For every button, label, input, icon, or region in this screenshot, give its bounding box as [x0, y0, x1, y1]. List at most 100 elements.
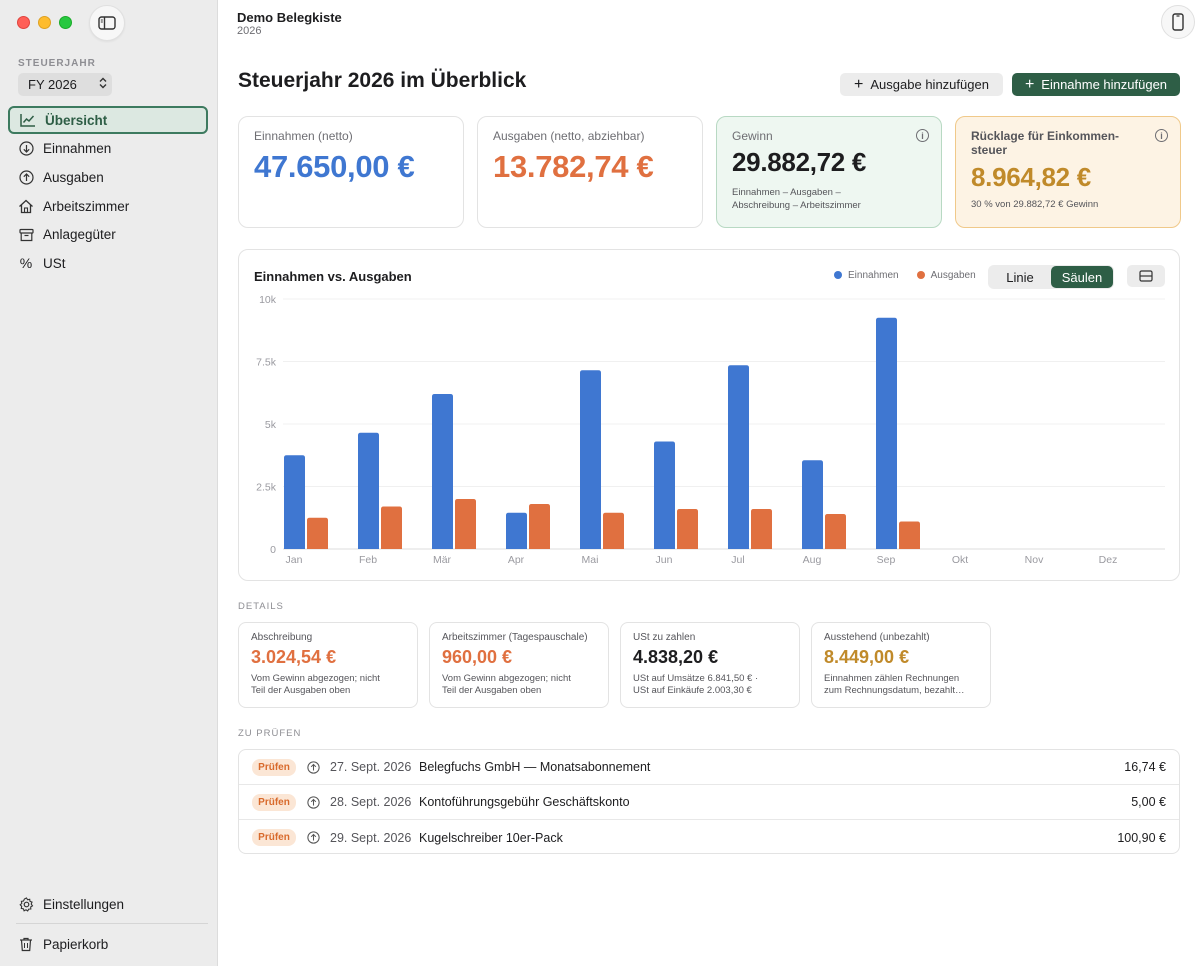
bar-ausgaben [677, 509, 698, 549]
bar-chart: 0 2.5k 5k 7.5k 10k Jan Feb Mär Apr Mai Jun Jul Aug Se… [256, 294, 1165, 566]
bar-einnahmen [728, 365, 749, 549]
review-date: 28. Sept. 2026 [330, 795, 412, 809]
x-tick-label: Okt [952, 554, 968, 566]
window-controls [17, 16, 72, 29]
y-tick-label: 2.5k [256, 482, 277, 494]
sidebar-item-anlagegueter[interactable]: Anlagegüter [8, 221, 208, 249]
detail-value: 3.024,54 € [251, 647, 337, 667]
sidebar-item-einstellungen[interactable]: Einstellungen [8, 890, 208, 918]
review-description: Kontoführungsgebühr Geschäftskonto [419, 795, 630, 809]
detail-note: Einnahmen zählen Rechnungen [824, 673, 960, 684]
x-tick-label: Apr [508, 554, 525, 566]
tax-reserve-note: 30 % von 29.882,72 € Gewinn [971, 198, 1099, 210]
review-row[interactable]: Prüfen 27. Sept. 2026 Belegfuchs GmbH — … [239, 750, 1179, 785]
detail-label: Arbeitszimmer (Tagespauschale) [442, 632, 588, 643]
detail-label: Abschreibung [251, 632, 313, 643]
sidebar-item-label: USt [43, 255, 66, 271]
bar-einnahmen [802, 460, 823, 549]
zoom-window-button[interactable] [59, 16, 72, 29]
detail-label: USt zu zahlen [633, 632, 696, 643]
app-subtitle: 2026 [237, 25, 262, 37]
sidebar-item-uebersicht[interactable]: Übersicht [8, 106, 208, 134]
x-tick-label: Nov [1025, 554, 1044, 566]
detail-card-ust: USt zu zahlen 4.838,20 € USt auf Umsätze… [620, 622, 800, 708]
chart-line-icon [20, 112, 36, 128]
review-badge: Prüfen [252, 758, 296, 776]
add-income-button[interactable]: + Einnahme hinzufügen [1012, 73, 1180, 96]
app-window: STEUERJAHR FY 2026 Übersicht Einnahmen A… [0, 0, 1200, 966]
bar-einnahmen [506, 512, 527, 549]
detail-note: Teil der Ausgaben oben [251, 685, 351, 697]
income-card: Einnahmen (netto) 47.650,00 € [238, 116, 464, 228]
archive-box-icon [18, 227, 34, 243]
close-window-button[interactable] [17, 16, 30, 29]
tax-year-value: FY 2026 [28, 77, 77, 92]
chevron-updown-icon [94, 77, 112, 92]
sidebar-item-papierkorb[interactable]: Papierkorb [8, 930, 208, 958]
minimize-window-button[interactable] [38, 16, 51, 29]
sidebar-item-label: Übersicht [45, 112, 108, 128]
bar-einnahmen [876, 317, 897, 549]
tax-year-select[interactable]: FY 2026 [18, 73, 112, 96]
info-icon[interactable]: i [1155, 129, 1168, 142]
x-tick-label: Jul [731, 554, 744, 566]
bar-einnahmen [580, 370, 601, 549]
sidebar-nav: Übersicht Einnahmen Ausgaben Arbeitszimm… [8, 106, 208, 278]
app-title: Demo Belegkiste [237, 10, 342, 25]
detail-note: Vom Gewinn abgezogen; nicht [251, 673, 380, 684]
sidebar-icon [98, 16, 116, 30]
review-amount: 5,00 € [1131, 795, 1166, 809]
review-description: Kugelschreiber 10er-Pack [419, 830, 563, 845]
detail-value: 8.449,00 € [824, 647, 910, 667]
bar-ausgaben [603, 512, 624, 549]
y-tick-label: 10k [259, 294, 277, 306]
add-income-label: Einnahme hinzufügen [1041, 77, 1168, 92]
sidebar-item-label: Anlagegüter [43, 227, 116, 243]
x-tick-label: Dez [1099, 554, 1118, 566]
bar-ausgaben [381, 506, 402, 549]
x-tick-label: Mär [433, 554, 452, 566]
review-date: 27. Sept. 2026 [330, 760, 412, 774]
sidebar-item-label: Einnahmen [43, 141, 112, 157]
tax-year-label: STEUERJAHR [18, 58, 96, 69]
bar-einnahmen [654, 441, 675, 549]
detail-label: Ausstehend (unbezahlt) [824, 632, 930, 643]
sidebar-item-ust[interactable]: % USt [8, 249, 208, 277]
detail-value: 4.838,20 € [633, 647, 719, 667]
bar-ausgaben [899, 521, 920, 549]
add-expense-button[interactable]: + Ausgabe hinzufügen [840, 73, 1003, 96]
tax-reserve-label: Rücklage für Einkommen-steuer [971, 129, 1120, 158]
review-row[interactable]: Prüfen 29. Sept. 2026 Kugelschreiber 10e… [239, 820, 1179, 853]
details-section-label: DETAILS [238, 601, 284, 612]
arrow-up-circle-icon [307, 831, 320, 844]
sidebar-item-ausgaben[interactable]: Ausgaben [8, 163, 208, 191]
review-badge: Prüfen [252, 793, 296, 811]
bar-einnahmen [358, 432, 379, 549]
trash-label: Papierkorb [43, 936, 109, 952]
device-preview-button[interactable] [1161, 5, 1195, 39]
settings-label: Einstellungen [43, 896, 125, 912]
x-tick-label: Jan [286, 554, 303, 566]
review-row[interactable]: Prüfen 28. Sept. 2026 Kontoführungsgebüh… [239, 785, 1179, 820]
arrow-down-circle-icon [18, 141, 34, 157]
gear-icon [18, 896, 34, 912]
info-icon[interactable]: i [916, 129, 929, 142]
sidebar-item-arbeitszimmer[interactable]: Arbeitszimmer [8, 192, 208, 220]
detail-card-abschreibung: Abschreibung 3.024,54 € Vom Gewinn abgez… [238, 622, 418, 708]
x-tick-label: Sep [877, 554, 896, 566]
bar-einnahmen [284, 455, 305, 549]
expenses-label: Ausgaben (netto, abziehbar) [493, 129, 645, 143]
page-title: Steuerjahr 2026 im Überblick [238, 69, 527, 92]
income-label: Einnahmen (netto) [254, 129, 353, 143]
sidebar: STEUERJAHR FY 2026 Übersicht Einnahmen A… [0, 0, 218, 966]
bar-ausgaben [455, 499, 476, 549]
review-list: Prüfen 27. Sept. 2026 Belegfuchs GmbH — … [238, 749, 1180, 854]
sidebar-item-label: Arbeitszimmer [43, 198, 130, 214]
bar-ausgaben [751, 509, 772, 549]
review-amount: 100,90 € [1117, 830, 1166, 845]
sidebar-toggle-button[interactable] [89, 5, 125, 41]
detail-note: Teil der Ausgaben oben [442, 685, 542, 697]
review-date: 29. Sept. 2026 [330, 830, 412, 845]
percent-icon: % [19, 255, 33, 272]
sidebar-item-einnahmen[interactable]: Einnahmen [8, 135, 208, 163]
